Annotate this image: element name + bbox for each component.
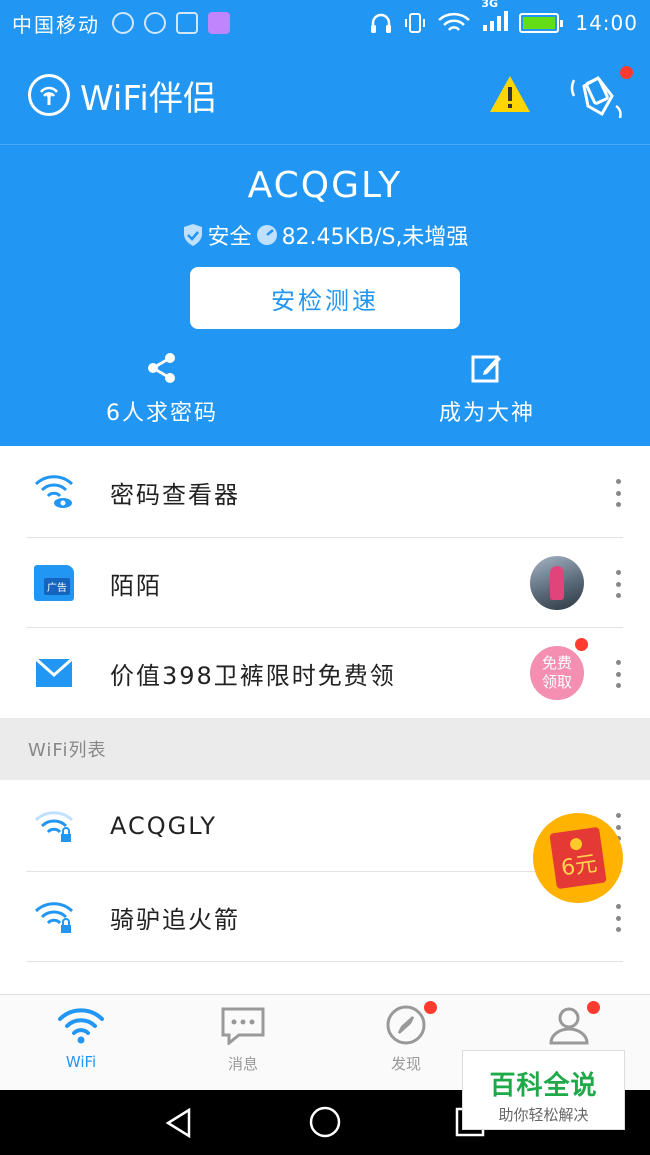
speed-gauge-icon — [256, 225, 277, 245]
connection-panel: ACQGLY 安全 82.45KB/S,未增强 安检测速 6人求密码 成为大神 — [0, 144, 650, 446]
battery-icon — [519, 13, 564, 33]
free-claim-badge[interactable]: 免费领取 — [530, 646, 584, 700]
more-options-icon[interactable] — [612, 479, 624, 507]
wifi-locked-icon — [34, 811, 74, 842]
notification-icons — [112, 12, 230, 34]
watermark-subtitle: 助你轻松解决 — [498, 1106, 589, 1124]
tab-label: WiFi — [65, 1053, 97, 1071]
list-item-free-offer[interactable]: 价值398卫裤限时免费领 免费领取 — [0, 628, 650, 718]
free-claim-text: 免费领取 — [541, 654, 572, 691]
notification-app-icon — [112, 12, 134, 34]
profile-notification-dot — [587, 1001, 600, 1014]
badge-notification-dot — [575, 638, 588, 651]
wifi-status-icon — [438, 12, 471, 31]
red-packet-button[interactable]: 6元 — [533, 813, 623, 903]
folder-ad-icon: 广告 — [34, 565, 74, 601]
list-item-label: 价值398卫裤限时免费领 — [110, 661, 396, 690]
tab-discover[interactable]: 发现 — [346, 1001, 466, 1074]
more-options-icon[interactable] — [612, 904, 624, 932]
chat-icon — [221, 1007, 265, 1047]
become-expert-action[interactable]: 成为大神 — [387, 351, 587, 427]
become-expert-label: 成为大神 — [438, 401, 535, 426]
shield-icon — [183, 224, 202, 246]
carrier-label: 中国移动 — [12, 12, 100, 37]
divider — [26, 961, 623, 962]
more-options-icon[interactable] — [612, 570, 624, 598]
wifi-list-header: WiFi列表 — [0, 718, 650, 780]
avatar — [530, 556, 584, 610]
red-envelope-icon: 6元 — [549, 826, 607, 890]
envelope-icon — [35, 657, 73, 687]
share-password-action[interactable]: 6人求密码 — [62, 351, 262, 427]
connected-ssid: ACQGLY — [247, 165, 403, 206]
watermark-logo: 百科全说 助你轻松解决 — [462, 1050, 625, 1130]
connection-status: 安全 82.45KB/S,未增强 — [0, 219, 650, 251]
clock: 14:00 — [575, 11, 638, 35]
app-bar: WiFi伴侣 — [0, 46, 650, 144]
signal-group: 3G — [481, 0, 509, 38]
tab-messages[interactable]: 消息 — [183, 1005, 303, 1074]
share-icon — [148, 353, 175, 383]
wifi-ssid-label: 骑驴追火箭 — [110, 905, 240, 934]
home-icon[interactable] — [309, 1106, 341, 1138]
shake-notification-dot — [620, 66, 633, 79]
edit-icon — [471, 355, 501, 383]
list-item-label: 陌陌 — [110, 571, 162, 600]
list-item-momo-ad[interactable]: 广告 陌陌 — [0, 538, 650, 628]
tab-wifi[interactable]: WiFi — [21, 1005, 141, 1071]
security-check-button[interactable]: 安检测速 — [190, 267, 460, 329]
app-logo-icon — [28, 74, 70, 116]
list-item-label: 密码查看器 — [110, 480, 240, 509]
list-item-password-viewer[interactable]: 密码查看器 — [0, 447, 650, 537]
speed-status: 82.45KB/S,未增强 — [281, 225, 469, 250]
back-icon[interactable] — [163, 1107, 195, 1139]
vibrate-icon — [405, 13, 426, 33]
ad-tag: 广告 — [44, 578, 70, 595]
more-options-icon[interactable] — [612, 660, 624, 688]
wifi-eye-icon — [34, 475, 74, 508]
watermark-title: 百科全说 — [489, 1071, 598, 1101]
wifi-locked-icon — [34, 902, 74, 933]
notification-sim-icon — [176, 12, 198, 34]
tab-label: 消息 — [227, 1055, 258, 1073]
headphones-icon — [371, 13, 392, 33]
warning-icon[interactable] — [488, 74, 532, 114]
notification-k-icon — [144, 12, 166, 34]
discover-notification-dot — [424, 1001, 437, 1014]
shake-icon[interactable] — [568, 66, 633, 126]
compass-icon — [386, 1005, 426, 1045]
tab-label: 发现 — [390, 1055, 421, 1073]
wifi-icon — [58, 1008, 104, 1044]
status-bar: 中国移动 3G 14:00 — [0, 0, 650, 46]
network-type-label: 3G — [481, 0, 499, 10]
signal-icon — [483, 10, 509, 31]
security-label: 安全 — [207, 225, 252, 250]
notification-gallery-icon — [208, 12, 230, 34]
user-icon — [549, 1007, 589, 1045]
red-packet-amount: 6元 — [559, 851, 599, 882]
share-password-label: 6人求密码 — [106, 401, 218, 426]
tab-profile[interactable] — [509, 1001, 629, 1053]
wifi-ssid-label: ACQGLY — [110, 812, 218, 840]
app-title: WiFi伴侣 — [80, 78, 217, 119]
